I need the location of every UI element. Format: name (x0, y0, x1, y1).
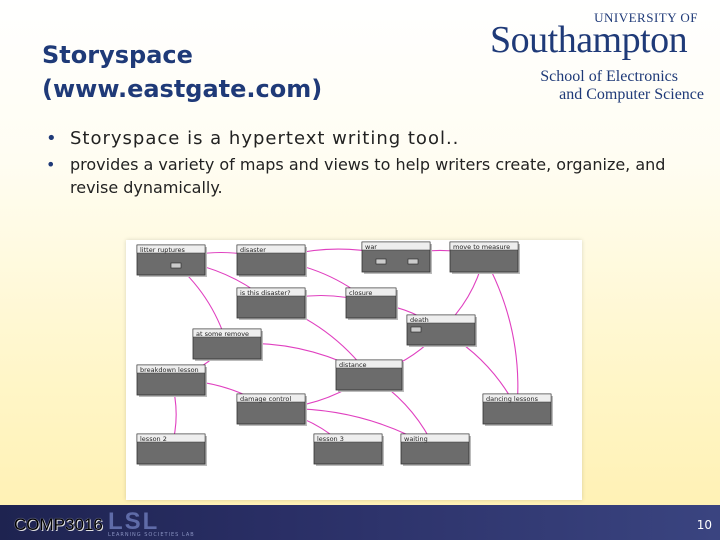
map-node-label: lesson 2 (140, 435, 167, 443)
map-node-label: disaster (240, 246, 266, 254)
bullet-item-2: provides a variety of maps and views to … (44, 153, 684, 199)
map-node-n7[interactable]: death (406, 314, 477, 347)
map-node-n9[interactable]: breakdown lesson (136, 364, 207, 397)
map-node-n3[interactable]: war (361, 241, 432, 274)
map-node-label: distance (339, 361, 367, 369)
footer-bar: COMP3016 LSL LEARNING SOCIETIES LAB 10 (0, 505, 720, 540)
map-node-n5[interactable]: is this disaster? (236, 287, 307, 320)
map-node-n10[interactable]: distance (335, 359, 404, 392)
logo-southampton: Southampton (490, 19, 688, 61)
map-node-n4[interactable]: move to measure (449, 241, 520, 274)
logo-school-line2: and Computer Science (559, 86, 704, 103)
map-node-label: damage control (240, 395, 291, 403)
map-node-marker (170, 262, 182, 269)
map-node-n14[interactable]: lesson 3 (313, 433, 384, 466)
map-node-n13[interactable]: lesson 2 (136, 433, 207, 466)
map-node-label: lesson 3 (317, 435, 344, 443)
map-nodes: litter ruptures disaster war move to measur… (136, 241, 553, 466)
map-link (483, 256, 519, 410)
map-node-label: is this disaster? (240, 289, 291, 297)
slide-title-line1: Storyspace (42, 41, 193, 69)
bullet-item-1: Storyspace is a hypertext writing tool.. (44, 128, 684, 149)
map-node-n2[interactable]: disaster (236, 244, 307, 277)
logo-school-line1: School of Electronics (540, 68, 678, 85)
map-node-n1[interactable]: litter ruptures (136, 244, 207, 277)
map-node-n8[interactable]: at some remove (192, 328, 263, 361)
page-number: 10 (696, 518, 712, 532)
map-node-n12[interactable]: dancing lessons (482, 393, 553, 426)
map-node-label: closure (349, 289, 372, 297)
storyspace-map-screenshot: litter ruptures disaster war move to measur… (126, 240, 582, 500)
map-node-label: waiting (404, 435, 428, 443)
map-node-marker (410, 326, 422, 333)
course-code: COMP3016 (14, 515, 103, 534)
slide-title-line2: (www.eastgate.com) (42, 75, 323, 103)
map-node-label: breakdown lesson (140, 366, 199, 374)
bullet-list: Storyspace is a hypertext writing tool..… (44, 128, 684, 199)
university-logo: UNIVERSITY OF Southampton School of Elec… (488, 8, 708, 103)
map-node-label: move to measure (453, 243, 510, 251)
lab-logo-subtitle: LEARNING SOCIETIES LAB (108, 532, 195, 538)
map-node-label: war (365, 243, 377, 251)
slide-title: Storyspace (www.eastgate.com) (42, 38, 322, 106)
map-node-n15[interactable]: waiting (400, 433, 471, 466)
map-node-marker (375, 258, 387, 265)
map-node-marker (407, 258, 419, 265)
map-node-label: death (410, 316, 429, 324)
storyspace-map: litter ruptures disaster war move to measur… (136, 241, 553, 466)
map-node-label: dancing lessons (486, 395, 539, 403)
map-node-n11[interactable]: damage control (236, 393, 307, 426)
map-node-label: litter ruptures (140, 246, 186, 254)
map-node-n6[interactable]: closure (345, 287, 398, 320)
map-node-label: at some remove (196, 330, 249, 338)
